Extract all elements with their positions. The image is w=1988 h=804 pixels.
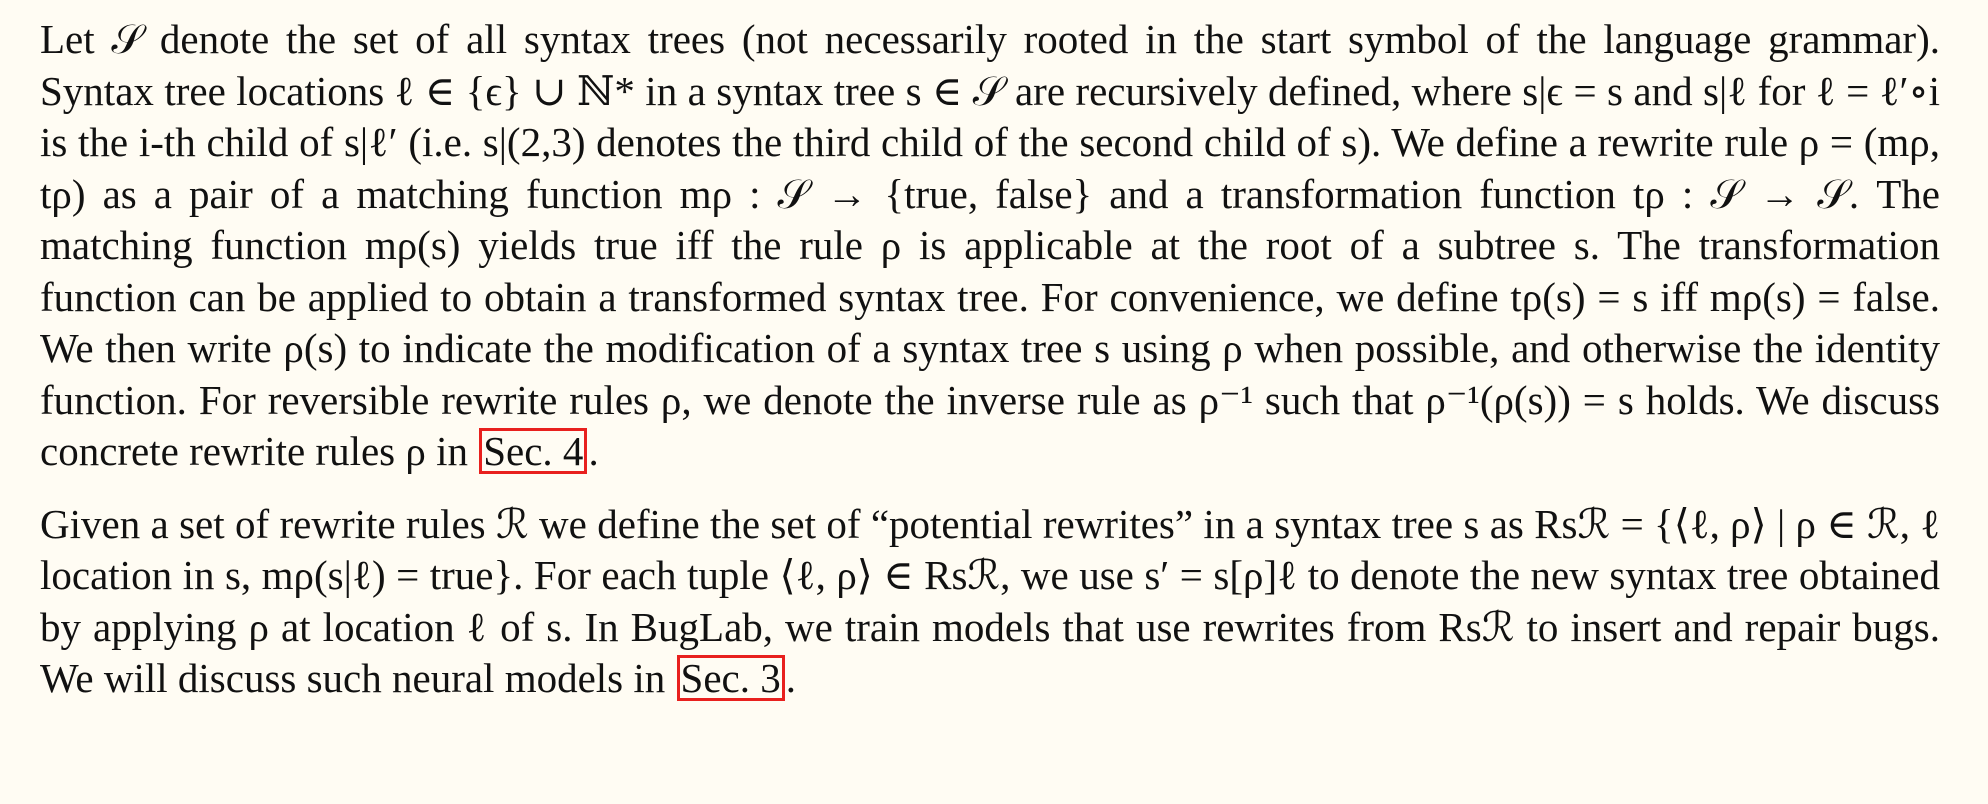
- paragraph-rewrite-rules: Let 𝒮 denote the set of all syntax trees…: [40, 14, 1940, 478]
- paragraph-potential-rewrites: Given a set of rewrite rules ℛ we define…: [40, 499, 1940, 705]
- paragraph-text: Let 𝒮 denote the set of all syntax trees…: [40, 16, 1940, 474]
- paragraph-end: .: [785, 655, 796, 701]
- paragraph-end: .: [588, 428, 599, 474]
- section-3-reference-link[interactable]: Sec. 3: [676, 655, 785, 701]
- paper-text-block: Let 𝒮 denote the set of all syntax trees…: [40, 14, 1940, 705]
- section-4-reference-link[interactable]: Sec. 4: [479, 428, 588, 474]
- paragraph-text: Given a set of rewrite rules ℛ we define…: [40, 500, 1940, 702]
